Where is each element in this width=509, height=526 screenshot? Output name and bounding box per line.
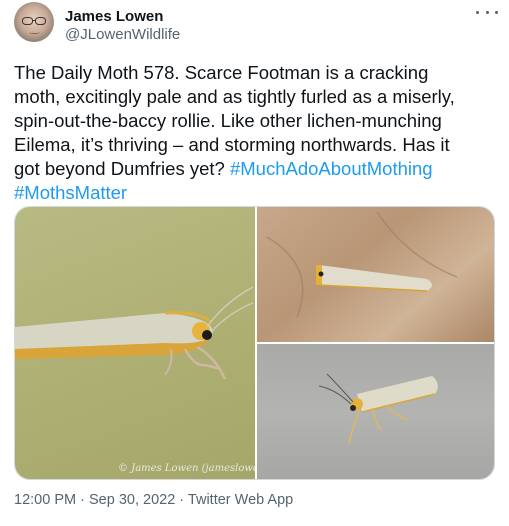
- separator: ·: [80, 492, 85, 508]
- more-icon[interactable]: [476, 3, 498, 21]
- avatar[interactable]: [14, 2, 54, 42]
- moth-illustration-3: [318, 373, 438, 445]
- glasses-right: [35, 17, 46, 25]
- tweet[interactable]: James Lowen @JLowenWildlife The Daily Mo…: [0, 0, 509, 526]
- mouth: [29, 31, 40, 34]
- moth-photo-2[interactable]: [257, 207, 494, 342]
- media-grid: © James Lowen (jameslowe: [14, 206, 495, 480]
- moth-photo-1[interactable]: © James Lowen (jameslowe: [15, 207, 255, 479]
- tweet-text: The Daily Moth 578. Scarce Footman is a …: [14, 61, 500, 205]
- more-dot: [476, 10, 479, 14]
- glasses-left: [22, 17, 33, 25]
- moth-illustration-1: [15, 286, 254, 380]
- hashtag-link[interactable]: #MuchAdoAboutMothing: [230, 158, 433, 179]
- photo-credit: © James Lowen (jameslowe: [118, 463, 255, 474]
- separator: ·: [179, 492, 185, 508]
- moth-photo-3[interactable]: [257, 344, 494, 479]
- tweet-date[interactable]: Sep 30, 2022: [89, 492, 175, 508]
- author-handle[interactable]: @JLowenWildlife: [65, 26, 180, 44]
- tweet-source[interactable]: Twitter Web App: [188, 492, 293, 508]
- hashtag-link[interactable]: #MothsMatter: [14, 182, 127, 203]
- author-name[interactable]: James Lowen: [65, 8, 163, 26]
- moth-illustration-2: [266, 211, 458, 318]
- more-dot: [485, 10, 489, 14]
- more-dot: [495, 10, 498, 14]
- tweet-time[interactable]: 12:00 PM: [14, 492, 76, 508]
- tweet-metadata: 12:00 PM · Sep 30, 2022 · Twitter Web Ap…: [14, 491, 293, 509]
